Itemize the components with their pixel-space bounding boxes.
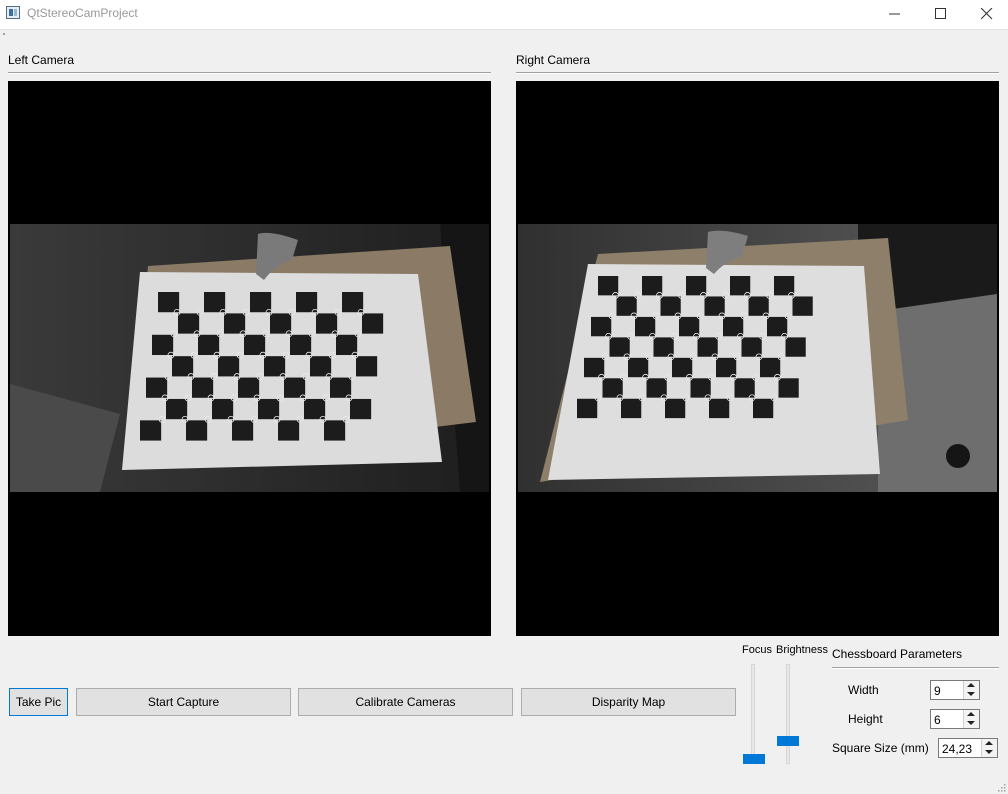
window-title: QtStereoCamProject — [27, 6, 138, 20]
focus-slider-handle[interactable] — [743, 754, 765, 764]
spin-down-icon[interactable] — [967, 721, 975, 725]
size-grip-icon[interactable] — [998, 784, 1006, 792]
spin-down-icon[interactable] — [985, 750, 993, 754]
focus-label: Focus — [742, 644, 772, 656]
right-camera-image — [518, 224, 997, 492]
square-size-value: 24,23 — [942, 742, 973, 756]
spin-up-icon[interactable] — [985, 741, 993, 745]
take-pic-button[interactable]: Take Pic — [9, 688, 68, 716]
spin-down-icon[interactable] — [967, 692, 975, 696]
left-camera-label: Left Camera — [8, 53, 75, 67]
minimize-icon — [889, 13, 900, 15]
close-icon — [981, 8, 993, 20]
chessboard-square — [785, 337, 806, 357]
chessboard-square — [232, 420, 254, 441]
width-value: 9 — [934, 684, 941, 698]
chessboard-square — [356, 356, 378, 377]
chessboard-square — [753, 398, 774, 419]
height-value: 6 — [934, 713, 941, 727]
chessboard-square — [362, 313, 384, 334]
square-size-label: Square Size (mm) — [832, 741, 929, 755]
app-icon — [6, 6, 20, 19]
chessboard-square — [709, 398, 730, 419]
chessboard-square — [324, 420, 346, 441]
width-spin-buttons[interactable] — [963, 681, 979, 699]
square-size-spin-buttons[interactable] — [981, 739, 997, 757]
toolbar-area — [0, 29, 1008, 40]
start-capture-button[interactable]: Start Capture — [76, 688, 291, 716]
chessboard-params-divider — [832, 667, 999, 669]
close-button[interactable] — [964, 0, 1008, 29]
chessboard-square — [778, 378, 799, 398]
toolbar-grip[interactable] — [3, 33, 5, 35]
chessboard-square — [140, 420, 162, 441]
brightness-slider-handle[interactable] — [777, 736, 799, 746]
height-spinbox[interactable]: 6 — [930, 709, 980, 729]
brightness-slider-track[interactable] — [786, 664, 790, 764]
left-camera-image — [10, 224, 489, 492]
spin-up-icon[interactable] — [967, 712, 975, 716]
height-label: Height — [848, 712, 883, 726]
disparity-map-button[interactable]: Disparity Map — [521, 688, 736, 716]
maximize-icon — [935, 8, 946, 19]
chessboard-params-title: Chessboard Parameters — [832, 647, 963, 661]
chessboard-square — [792, 296, 813, 316]
chessboard-square — [577, 398, 598, 419]
right-camera-divider — [516, 72, 999, 74]
left-camera-divider — [8, 72, 491, 74]
brightness-label: Brightness — [776, 644, 828, 656]
chessboard-square — [665, 398, 686, 419]
square-size-spinbox[interactable]: 24,23 — [938, 738, 998, 758]
right-camera-label: Right Camera — [516, 53, 591, 67]
calibrate-cameras-button[interactable]: Calibrate Cameras — [298, 688, 513, 716]
chessboard-square — [350, 398, 372, 420]
title-bar: QtStereoCamProject — [0, 0, 1008, 29]
chessboard-square — [621, 398, 642, 419]
height-spin-buttons[interactable] — [963, 710, 979, 728]
maximize-button[interactable] — [918, 0, 964, 29]
right-camera-view — [516, 81, 999, 636]
spin-up-icon[interactable] — [967, 683, 975, 687]
width-label: Width — [848, 683, 879, 697]
chessboard-square — [278, 420, 300, 441]
left-camera-view — [8, 81, 491, 636]
focus-slider-track[interactable] — [751, 664, 755, 764]
width-spinbox[interactable]: 9 — [930, 680, 980, 700]
chessboard-square — [186, 420, 208, 441]
minimize-button[interactable] — [872, 0, 918, 29]
